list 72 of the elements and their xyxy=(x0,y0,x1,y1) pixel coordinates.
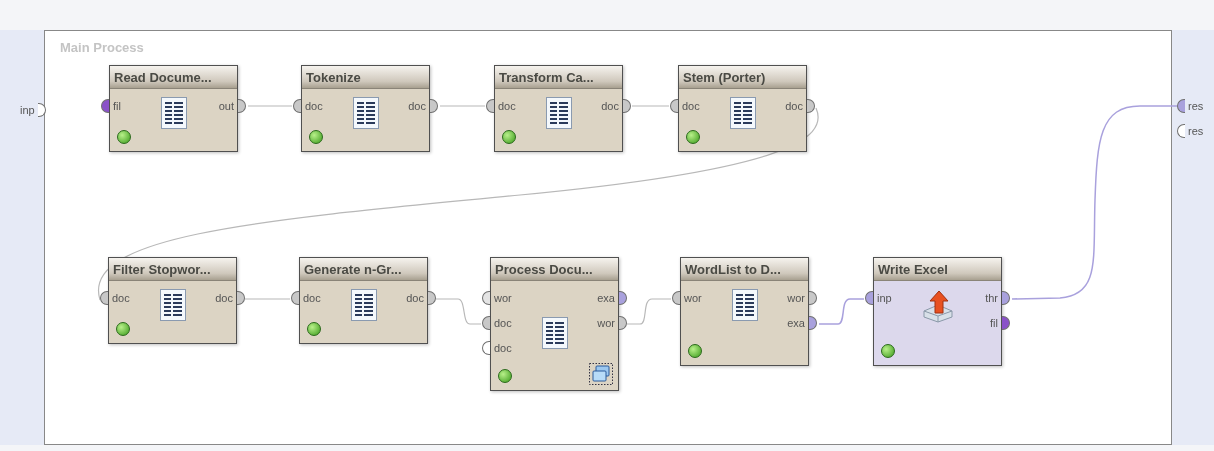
export-icon xyxy=(920,289,955,323)
input-port[interactable] xyxy=(486,99,494,113)
port-label: thr xyxy=(985,291,999,305)
document-icon xyxy=(729,97,756,129)
port-label: inp xyxy=(20,103,36,117)
port-label: doc xyxy=(601,99,620,113)
port-label: doc xyxy=(215,291,234,305)
output-port[interactable] xyxy=(623,99,631,113)
port-label: fil xyxy=(990,316,999,330)
input-port[interactable] xyxy=(291,291,299,305)
port-label: doc xyxy=(785,99,804,113)
input-port[interactable] xyxy=(482,316,490,330)
port-label: doc xyxy=(681,99,700,113)
input-port[interactable] xyxy=(293,99,301,113)
operator-title: Read Docume... xyxy=(110,66,237,89)
output-port[interactable] xyxy=(1002,316,1010,330)
input-port[interactable] xyxy=(865,291,873,305)
operator-title: Tokenize xyxy=(302,66,429,89)
input-port[interactable] xyxy=(482,291,490,305)
operator-title: Generate n-Gr... xyxy=(300,258,427,281)
port-label: fil xyxy=(112,99,121,113)
operator-title: Write Excel xyxy=(874,258,1001,281)
port-label: wor xyxy=(493,291,512,305)
input-port[interactable] xyxy=(670,99,678,113)
process-input-port[interactable] xyxy=(37,103,46,117)
port-label: inp xyxy=(876,291,892,305)
input-port[interactable] xyxy=(482,341,490,355)
operator-title: Process Docu... xyxy=(491,258,618,281)
output-port[interactable] xyxy=(237,291,245,305)
process-output-port[interactable] xyxy=(1177,124,1185,138)
port-label: doc xyxy=(302,291,321,305)
input-port[interactable] xyxy=(672,291,680,305)
subprocess-icon[interactable] xyxy=(589,363,613,385)
output-port[interactable] xyxy=(430,99,438,113)
input-port[interactable] xyxy=(101,99,109,113)
port-label: doc xyxy=(408,99,427,113)
operator-title: WordList to D... xyxy=(681,258,808,281)
document-icon xyxy=(159,289,186,321)
port-label: doc xyxy=(493,341,512,355)
output-port[interactable] xyxy=(619,291,627,305)
document-icon xyxy=(731,289,758,321)
canvas-title: Main Process xyxy=(60,39,144,57)
port-label: doc xyxy=(111,291,130,305)
port-label: exa xyxy=(787,316,806,330)
port-label: res xyxy=(1187,124,1204,138)
document-icon xyxy=(350,289,377,321)
port-label: res xyxy=(1187,99,1204,113)
process-output-port[interactable] xyxy=(1177,99,1185,113)
port-label: doc xyxy=(406,291,425,305)
input-port[interactable] xyxy=(100,291,108,305)
output-port[interactable] xyxy=(428,291,436,305)
port-label: doc xyxy=(493,316,512,330)
operator-title: Transform Ca... xyxy=(495,66,622,89)
output-port[interactable] xyxy=(1002,291,1010,305)
document-icon xyxy=(545,97,572,129)
output-port[interactable] xyxy=(809,316,817,330)
port-label: wor xyxy=(597,316,616,330)
output-port[interactable] xyxy=(619,316,627,330)
output-port[interactable] xyxy=(238,99,246,113)
port-label: doc xyxy=(497,99,516,113)
port-label: doc xyxy=(304,99,323,113)
operator-title: Filter Stopwor... xyxy=(109,258,236,281)
port-label: wor xyxy=(683,291,702,305)
port-label: exa xyxy=(597,291,616,305)
port-label: out xyxy=(218,99,235,113)
operator-title: Stem (Porter) xyxy=(679,66,806,89)
document-icon xyxy=(160,97,187,129)
output-port[interactable] xyxy=(807,99,815,113)
document-icon xyxy=(541,317,568,349)
output-port[interactable] xyxy=(809,291,817,305)
document-icon xyxy=(352,97,379,129)
port-label: wor xyxy=(787,291,806,305)
